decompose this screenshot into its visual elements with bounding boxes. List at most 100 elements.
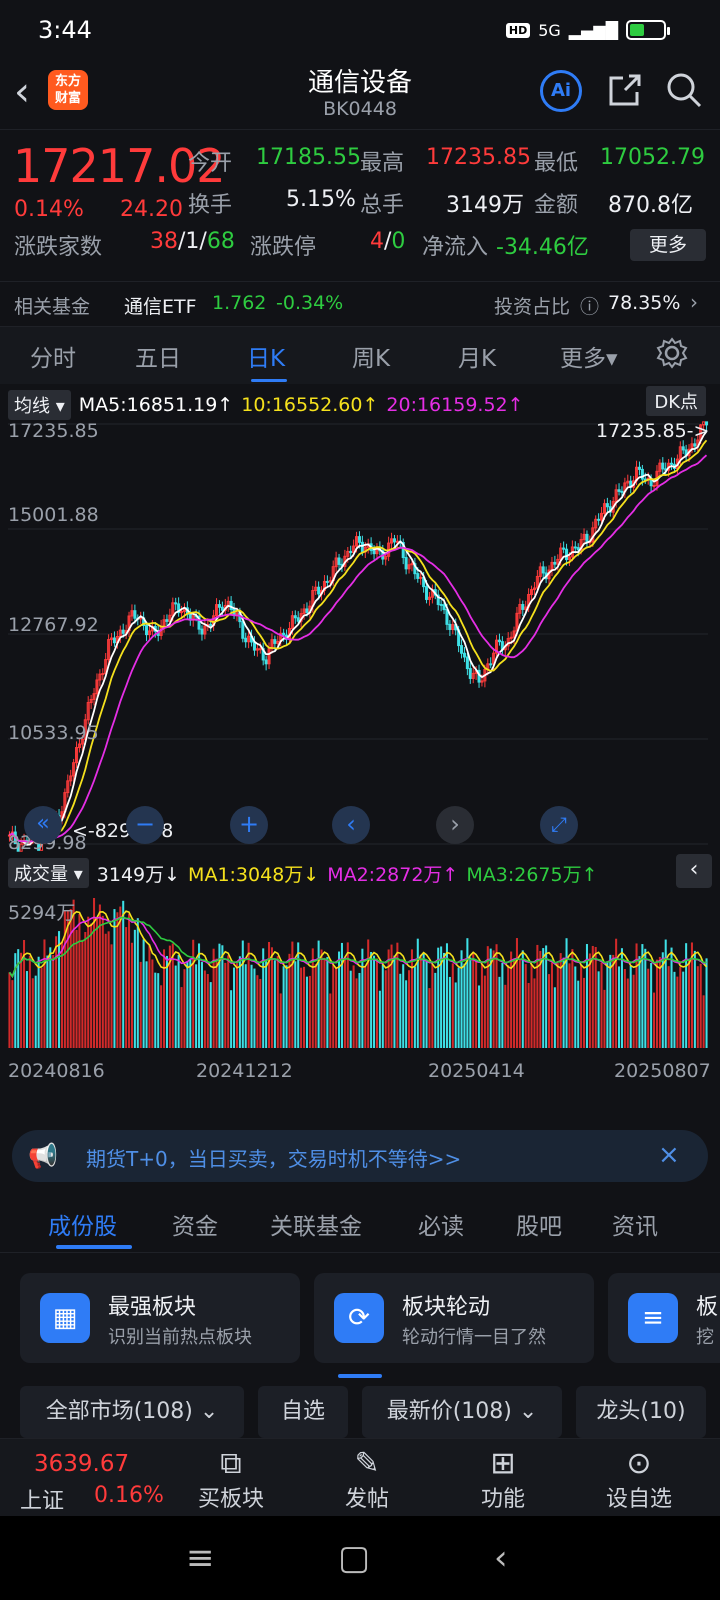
candle [553,561,557,565]
ytick-2: 12767.92 [8,614,99,636]
volume-bar [180,987,183,1048]
tab-5day[interactable]: 五日 [135,339,181,373]
nav-functions[interactable]: ⊞ 功能 [448,1447,558,1513]
volume-bar [387,949,390,1048]
down-count: 68 [206,229,235,254]
volume-bar [402,964,405,1048]
volume-bar [200,962,203,1048]
volume-bar [308,975,311,1048]
nav-add-watchlist[interactable]: ⊙ 设自选 [584,1447,694,1513]
filter-watchlist[interactable]: 自选 [258,1386,348,1438]
home-icon[interactable]: ▢ [338,1538,370,1578]
volume-bar [291,941,294,1048]
nav-buy-sector[interactable]: ⧉ 买板块 [176,1447,286,1513]
tab-must-read[interactable]: 必读 [418,1207,464,1241]
volume-bar [119,906,122,1048]
volume-bar [69,908,72,1048]
chevron-right-icon[interactable]: › [690,290,698,314]
menu-icon[interactable]: ≡ [186,1538,215,1578]
ma5-label: MA5:16851.19↑ [78,394,234,416]
signal-icon: ▂▄▆█ [568,20,618,40]
candle [305,608,309,613]
tab-intraday[interactable]: 分时 [30,339,76,373]
candle [372,550,376,555]
ai-button[interactable]: Ai [540,70,582,112]
volume-bar [381,964,384,1048]
more-button[interactable]: 更多 [630,229,706,261]
volume-bar [431,964,434,1048]
high-marker: 17235.85-> [596,420,710,442]
volume-bar [620,948,623,1048]
low-value: 17052.79 [600,145,705,170]
volume-bar [142,939,145,1048]
candle [497,639,501,643]
tab-forum[interactable]: 股吧 [516,1207,562,1241]
help-icon[interactable]: ⓘ [580,292,599,319]
collapse-panel-icon[interactable]: ‹ [676,854,712,888]
volume-bar [128,913,131,1048]
back-nav-icon[interactable]: ‹ [494,1538,508,1578]
volume-chart[interactable] [0,884,720,1054]
close-icon[interactable]: × [658,1140,680,1170]
volume-bar [705,958,708,1048]
volume-bar [221,945,224,1048]
nav-post[interactable]: ✎ 发帖 [312,1447,422,1513]
volume-bar [125,927,128,1048]
tab-more[interactable]: 更多▾ [560,339,618,373]
candle [585,533,589,543]
volume-bar [151,959,154,1048]
volume-bar [594,946,597,1048]
tab-weekly-k[interactable]: 周K [352,339,390,373]
candle [468,668,472,679]
volume-bar [696,966,699,1048]
related-fund-row[interactable]: 相关基金 通信ETF 1.762 -0.34% 投资占比 ⓘ 78.35% › [0,281,720,325]
filter-market[interactable]: 全部市场(108) ⌄ [20,1386,244,1438]
promo-text[interactable]: 期货T+0，当日买卖，交易时机不等待>> [86,1143,461,1172]
volume-bar [562,957,565,1048]
volume-bar [235,963,238,1048]
filter-leaders[interactable]: 龙头(10) [576,1386,706,1438]
candle [576,547,580,551]
candle [241,621,245,639]
settings-gear-icon[interactable] [656,337,688,369]
volume-bar [130,942,133,1048]
scroll-left-icon[interactable]: ‹ [332,806,370,844]
sep: / [384,229,392,254]
fullscreen-icon[interactable]: ⤢ [540,806,578,844]
tab-funds-flow[interactable]: 资金 [172,1207,218,1241]
tab-related-funds[interactable]: 关联基金 [270,1207,362,1241]
tab-monthly-k[interactable]: 月K [458,339,496,373]
network-label: 5G [538,20,561,40]
volume-bar [262,948,265,1048]
zoom-out-icon[interactable]: − [126,806,164,844]
card-third[interactable]: ≡ 板 挖 [608,1273,720,1363]
candle [460,645,464,654]
filter-latest-price[interactable]: 最新价(108) ⌄ [362,1386,562,1438]
dk-point-button[interactable]: DK点 [646,386,706,416]
volume-bar [352,965,355,1048]
tab-news[interactable]: 资讯 [612,1207,658,1241]
fund-name[interactable]: 通信ETF [124,292,197,319]
breadth-label: 涨跌家数 [14,235,103,260]
card-sector-rotation[interactable]: ⟳ 板块轮动 轮动行情一目了然 [314,1273,594,1363]
ma10-label: 10:16552.60↑ [241,394,379,416]
search-icon[interactable] [664,70,704,110]
kline-chart[interactable] [0,414,720,854]
system-nav-bar: ≡ ▢ ‹ [0,1516,720,1600]
volume-bar [492,950,495,1048]
vol-ma2: MA2:2872万↑ [327,863,459,886]
quote-panel: 17217.02 0.14% 24.20 今开 17185.55 最高 1723… [0,131,720,326]
volume-bar [238,956,241,1048]
tab-constituents[interactable]: 成份股 [48,1207,117,1241]
scroll-right-icon[interactable]: › [436,806,474,844]
candle [133,610,137,619]
card-strongest-sector[interactable]: ▦ 最强板块 识别当前热点板块 [20,1273,300,1363]
zoom-in-icon[interactable]: + [230,806,268,844]
tab-daily-k[interactable]: 日K [247,339,285,373]
rewind-icon[interactable]: « [24,806,62,844]
volume-bar [107,931,110,1048]
share-icon[interactable] [605,70,645,110]
candle [597,518,601,521]
index-ticker[interactable]: 3639.67 上证 0.16% [0,1439,170,1517]
promo-banner[interactable]: 📢 期货T+0，当日买卖，交易时机不等待>> × [12,1130,708,1182]
